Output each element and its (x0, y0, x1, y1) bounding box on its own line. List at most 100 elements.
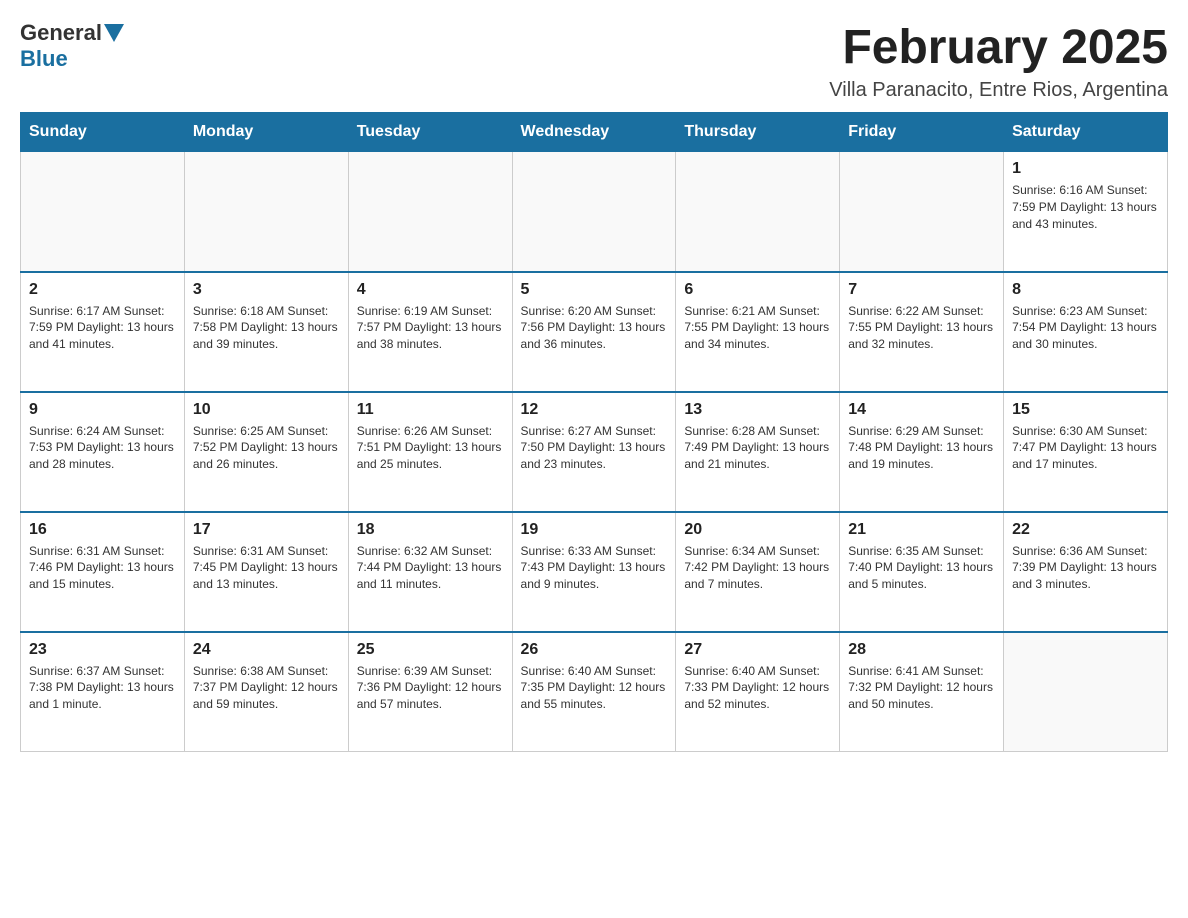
day-number: 20 (684, 521, 831, 539)
day-number: 12 (521, 401, 668, 419)
logo-general-text: General (20, 20, 102, 46)
calendar-week-row: 2 Sunrise: 6:17 AM Sunset: 7:59 PM Daylig… (21, 272, 1168, 392)
calendar-cell: 19 Sunrise: 6:33 AM Sunset: 7:43 PM Dayli… (512, 512, 676, 632)
calendar-cell (1004, 632, 1168, 752)
day-number: 4 (357, 281, 504, 299)
day-info: Sunrise: 6:16 AM Sunset: 7:59 PM Dayligh… (1012, 182, 1159, 232)
page-header: General Blue February 2025 Villa Paranac… (20, 20, 1168, 102)
calendar-cell: 13 Sunrise: 6:28 AM Sunset: 7:49 PM Dayli… (676, 392, 840, 512)
calendar-cell (184, 152, 348, 272)
day-info: Sunrise: 6:17 AM Sunset: 7:59 PM Dayligh… (29, 303, 176, 353)
day-info: Sunrise: 6:33 AM Sunset: 7:43 PM Dayligh… (521, 543, 668, 593)
day-number: 2 (29, 281, 176, 299)
day-info: Sunrise: 6:31 AM Sunset: 7:45 PM Dayligh… (193, 543, 340, 593)
month-title: February 2025 (829, 20, 1168, 75)
day-header-monday: Monday (184, 113, 348, 152)
day-number: 17 (193, 521, 340, 539)
calendar-week-row: 23 Sunrise: 6:37 AM Sunset: 7:38 PM Dayli… (21, 632, 1168, 752)
day-info: Sunrise: 6:25 AM Sunset: 7:52 PM Dayligh… (193, 423, 340, 473)
day-header-thursday: Thursday (676, 113, 840, 152)
day-info: Sunrise: 6:38 AM Sunset: 7:37 PM Dayligh… (193, 663, 340, 713)
calendar-cell: 17 Sunrise: 6:31 AM Sunset: 7:45 PM Dayli… (184, 512, 348, 632)
calendar-cell: 16Sunrise: 6:31 AM Sunset: 7:46 PM Dayli… (21, 512, 185, 632)
day-info: Sunrise: 6:20 AM Sunset: 7:56 PM Dayligh… (521, 303, 668, 353)
day-number: 21 (848, 521, 995, 539)
day-info: Sunrise: 6:36 AM Sunset: 7:39 PM Dayligh… (1012, 543, 1159, 593)
day-number: 15 (1012, 401, 1159, 419)
day-number: 5 (521, 281, 668, 299)
day-number: 14 (848, 401, 995, 419)
location-title: Villa Paranacito, Entre Rios, Argentina (829, 79, 1168, 102)
day-info: Sunrise: 6:28 AM Sunset: 7:49 PM Dayligh… (684, 423, 831, 473)
day-info: Sunrise: 6:39 AM Sunset: 7:36 PM Dayligh… (357, 663, 504, 713)
day-header-tuesday: Tuesday (348, 113, 512, 152)
calendar-cell: 5 Sunrise: 6:20 AM Sunset: 7:56 PM Daylig… (512, 272, 676, 392)
calendar-cell (21, 152, 185, 272)
calendar-cell: 23 Sunrise: 6:37 AM Sunset: 7:38 PM Dayli… (21, 632, 185, 752)
calendar-week-row: 16Sunrise: 6:31 AM Sunset: 7:46 PM Dayli… (21, 512, 1168, 632)
day-number: 19 (521, 521, 668, 539)
logo: General Blue (20, 20, 126, 72)
title-block: February 2025 Villa Paranacito, Entre Ri… (829, 20, 1168, 102)
day-number: 1 (1012, 160, 1159, 178)
day-info: Sunrise: 6:21 AM Sunset: 7:55 PM Dayligh… (684, 303, 831, 353)
day-header-sunday: Sunday (21, 113, 185, 152)
calendar-cell: 1 Sunrise: 6:16 AM Sunset: 7:59 PM Daylig… (1004, 152, 1168, 272)
day-info: Sunrise: 6:35 AM Sunset: 7:40 PM Dayligh… (848, 543, 995, 593)
calendar-cell: 8 Sunrise: 6:23 AM Sunset: 7:54 PM Daylig… (1004, 272, 1168, 392)
day-number: 8 (1012, 281, 1159, 299)
calendar-cell: 28 Sunrise: 6:41 AM Sunset: 7:32 PM Dayli… (840, 632, 1004, 752)
day-number: 26 (521, 641, 668, 659)
calendar-cell: 27 Sunrise: 6:40 AM Sunset: 7:33 PM Dayli… (676, 632, 840, 752)
day-number: 7 (848, 281, 995, 299)
calendar-cell (840, 152, 1004, 272)
calendar-header-row: SundayMondayTuesdayWednesdayThursdayFrid… (21, 113, 1168, 152)
calendar-cell: 25 Sunrise: 6:39 AM Sunset: 7:36 PM Dayli… (348, 632, 512, 752)
calendar-cell: 15 Sunrise: 6:30 AM Sunset: 7:47 PM Dayli… (1004, 392, 1168, 512)
day-info: Sunrise: 6:32 AM Sunset: 7:44 PM Dayligh… (357, 543, 504, 593)
day-header-friday: Friday (840, 113, 1004, 152)
calendar-cell: 20 Sunrise: 6:34 AM Sunset: 7:42 PM Dayli… (676, 512, 840, 632)
day-info: Sunrise: 6:27 AM Sunset: 7:50 PM Dayligh… (521, 423, 668, 473)
day-number: 22 (1012, 521, 1159, 539)
day-info: Sunrise: 6:40 AM Sunset: 7:33 PM Dayligh… (684, 663, 831, 713)
day-number: 23 (29, 641, 176, 659)
day-number: 13 (684, 401, 831, 419)
calendar-cell: 7Sunrise: 6:22 AM Sunset: 7:55 PM Daylig… (840, 272, 1004, 392)
calendar-cell: 4 Sunrise: 6:19 AM Sunset: 7:57 PM Daylig… (348, 272, 512, 392)
day-number: 28 (848, 641, 995, 659)
day-number: 18 (357, 521, 504, 539)
day-info: Sunrise: 6:37 AM Sunset: 7:38 PM Dayligh… (29, 663, 176, 713)
day-number: 9 (29, 401, 176, 419)
calendar-cell: 6 Sunrise: 6:21 AM Sunset: 7:55 PM Daylig… (676, 272, 840, 392)
day-number: 27 (684, 641, 831, 659)
calendar-week-row: 1 Sunrise: 6:16 AM Sunset: 7:59 PM Daylig… (21, 152, 1168, 272)
day-info: Sunrise: 6:24 AM Sunset: 7:53 PM Dayligh… (29, 423, 176, 473)
day-number: 6 (684, 281, 831, 299)
calendar-cell: 10 Sunrise: 6:25 AM Sunset: 7:52 PM Dayli… (184, 392, 348, 512)
day-number: 3 (193, 281, 340, 299)
calendar-cell: 18 Sunrise: 6:32 AM Sunset: 7:44 PM Dayli… (348, 512, 512, 632)
day-number: 25 (357, 641, 504, 659)
calendar-cell: 21 Sunrise: 6:35 AM Sunset: 7:40 PM Dayli… (840, 512, 1004, 632)
calendar-cell: 12 Sunrise: 6:27 AM Sunset: 7:50 PM Dayli… (512, 392, 676, 512)
calendar-cell (512, 152, 676, 272)
logo-blue-text: Blue (20, 46, 68, 72)
day-header-saturday: Saturday (1004, 113, 1168, 152)
day-info: Sunrise: 6:40 AM Sunset: 7:35 PM Dayligh… (521, 663, 668, 713)
day-info: Sunrise: 6:23 AM Sunset: 7:54 PM Dayligh… (1012, 303, 1159, 353)
day-info: Sunrise: 6:30 AM Sunset: 7:47 PM Dayligh… (1012, 423, 1159, 473)
calendar-cell: 3Sunrise: 6:18 AM Sunset: 7:58 PM Daylig… (184, 272, 348, 392)
day-info: Sunrise: 6:29 AM Sunset: 7:48 PM Dayligh… (848, 423, 995, 473)
day-number: 10 (193, 401, 340, 419)
day-info: Sunrise: 6:34 AM Sunset: 7:42 PM Dayligh… (684, 543, 831, 593)
calendar-week-row: 9 Sunrise: 6:24 AM Sunset: 7:53 PM Daylig… (21, 392, 1168, 512)
calendar-cell: 24Sunrise: 6:38 AM Sunset: 7:37 PM Dayli… (184, 632, 348, 752)
day-info: Sunrise: 6:31 AM Sunset: 7:46 PM Dayligh… (29, 543, 176, 593)
day-info: Sunrise: 6:41 AM Sunset: 7:32 PM Dayligh… (848, 663, 995, 713)
calendar-cell: 2 Sunrise: 6:17 AM Sunset: 7:59 PM Daylig… (21, 272, 185, 392)
calendar-cell: 9 Sunrise: 6:24 AM Sunset: 7:53 PM Daylig… (21, 392, 185, 512)
day-number: 11 (357, 401, 504, 419)
day-info: Sunrise: 6:19 AM Sunset: 7:57 PM Dayligh… (357, 303, 504, 353)
calendar-cell: 14 Sunrise: 6:29 AM Sunset: 7:48 PM Dayli… (840, 392, 1004, 512)
